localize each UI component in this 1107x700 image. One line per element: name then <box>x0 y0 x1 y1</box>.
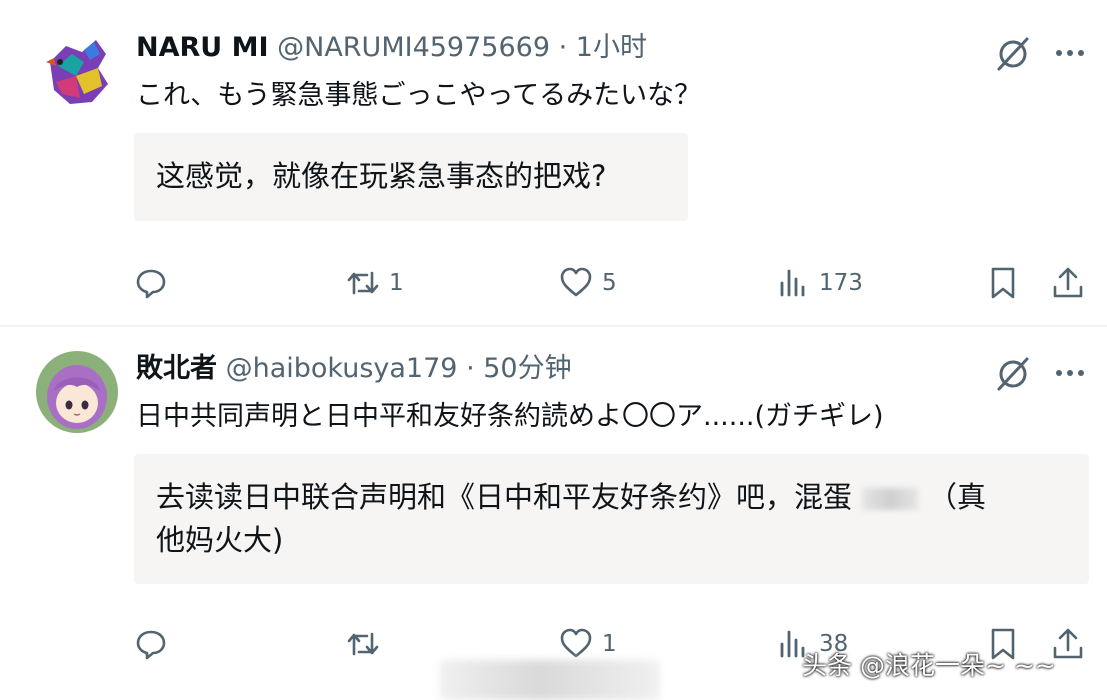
blur-overlay <box>440 660 660 700</box>
display-name[interactable]: NARU MI <box>136 32 269 63</box>
separator: · <box>558 32 568 63</box>
views-icon <box>780 269 805 297</box>
more-icon[interactable] <box>1050 33 1090 73</box>
handle[interactable]: @NARUMI45975669 <box>277 32 550 63</box>
reply-button[interactable] <box>133 263 177 303</box>
retweet-icon <box>347 271 379 295</box>
translation-line-2: 他妈火大) <box>156 523 284 557</box>
tweet-header: 敗北者 @haibokusya179 · 50分钟 <box>136 349 572 389</box>
tweet-header: NARU MI @NARUMI45975669 · 1小时 <box>136 28 647 68</box>
views-button[interactable]: 173 <box>775 263 863 303</box>
translation-box: 去读读日中联合声明和《日中和平友好条约》吧，混蛋 （真 他妈火大) <box>134 454 1089 584</box>
like-icon <box>560 628 592 658</box>
avatar[interactable] <box>36 351 118 433</box>
like-count: 5 <box>602 270 617 296</box>
reply-button[interactable] <box>133 624 177 664</box>
rooster-avatar-icon <box>36 32 118 114</box>
separator: · <box>466 353 475 384</box>
share-button[interactable] <box>1050 263 1086 303</box>
watermark: 头条 @浪花一朵~ ~~ <box>802 651 1056 680</box>
share-icon <box>1053 267 1083 298</box>
handle[interactable]: @haibokusya179 <box>226 353 458 384</box>
more-icon[interactable] <box>1050 353 1090 393</box>
reply-icon <box>136 269 166 299</box>
timestamp[interactable]: 50分钟 <box>483 353 571 384</box>
tweet-2[interactable]: 敗北者 @haibokusya179 · 50分钟 日中共同声明と日中平和友好条… <box>0 327 1107 700</box>
retweet-count: 1 <box>389 270 404 296</box>
display-name[interactable]: 敗北者 <box>136 353 217 384</box>
timestamp[interactable]: 1小时 <box>576 32 647 63</box>
like-count: 1 <box>602 631 617 657</box>
translation-line-1-end: （真 <box>928 480 987 514</box>
like-button[interactable]: 5 <box>558 263 617 303</box>
anime-girl-avatar-icon <box>36 351 118 433</box>
grok-icon[interactable] <box>993 353 1033 393</box>
tweet-text: 日中共同声明と日中平和友好条約読めよ〇〇ア......(ガチギレ) <box>136 401 884 432</box>
translation-box: 这感觉，就像在玩紧急事态的把戏? <box>134 133 688 221</box>
retweet-button[interactable]: 1 <box>345 263 404 303</box>
avatar[interactable] <box>36 32 118 114</box>
retweet-button[interactable] <box>345 624 389 664</box>
tweet-text: これ、もう緊急事態ごっこやってるみたいな？ <box>136 80 702 111</box>
view-count: 173 <box>819 270 863 296</box>
bookmark-button[interactable] <box>985 263 1021 303</box>
censor-blur <box>862 488 919 510</box>
retweet-icon <box>347 632 379 656</box>
translation-line-1: 去读读日中联合声明和《日中和平友好条约》吧，混蛋 <box>156 480 853 514</box>
like-button[interactable]: 1 <box>558 624 617 664</box>
like-icon <box>560 267 592 297</box>
grok-icon[interactable] <box>993 33 1033 73</box>
tweet-1[interactable]: NARU MI @NARUMI45975669 · 1小时 これ、もう緊急事態ご… <box>0 0 1107 325</box>
bookmark-icon <box>991 267 1015 299</box>
reply-icon <box>136 630 166 660</box>
